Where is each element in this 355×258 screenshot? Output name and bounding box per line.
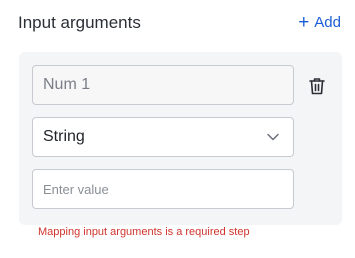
trash-icon [309, 78, 325, 95]
argument-value-placeholder: Enter value [43, 181, 109, 197]
section-title: Input arguments [18, 13, 141, 32]
validation-error: Mapping input arguments is a required st… [38, 226, 250, 238]
plus-icon: + [298, 12, 310, 33]
argument-type-select[interactable]: String [32, 117, 294, 157]
argument-value-input[interactable]: Enter value [32, 169, 294, 209]
add-argument-label: Add [314, 14, 341, 31]
argument-card: Num 1 String Enter value [19, 52, 342, 225]
add-argument-button[interactable]: + Add [298, 12, 341, 33]
argument-name-value: Num 1 [43, 76, 91, 93]
delete-argument-button[interactable] [308, 76, 326, 96]
chevron-down-icon [267, 131, 279, 143]
argument-name-field[interactable]: Num 1 [32, 65, 294, 105]
argument-type-value: String [43, 128, 85, 145]
